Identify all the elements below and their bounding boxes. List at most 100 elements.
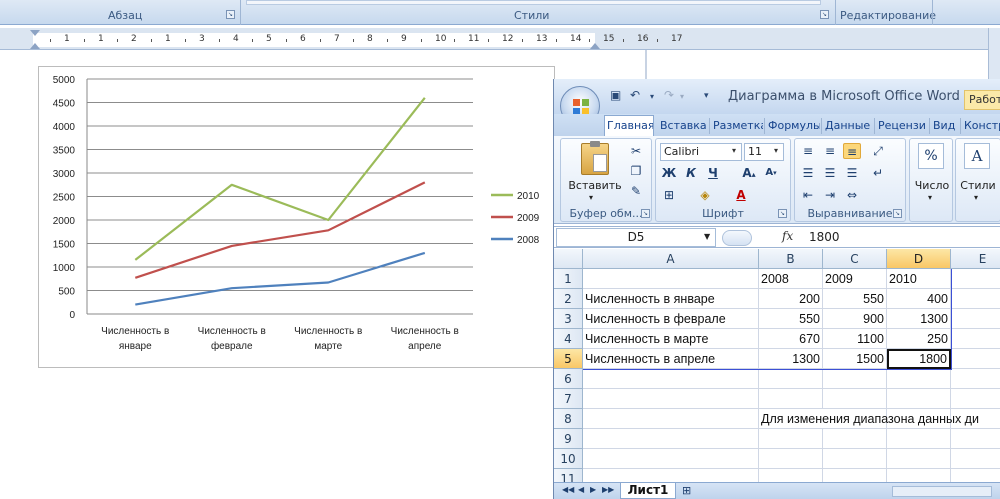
align-top-icon[interactable]: ≡ — [799, 143, 817, 159]
cell-e1[interactable] — [951, 269, 1000, 289]
tab-insert[interactable]: Вставка — [658, 116, 708, 136]
cell-b9[interactable] — [759, 429, 823, 449]
sheet-tab-list1[interactable]: Лист1 — [620, 483, 676, 499]
cell-c6[interactable] — [823, 369, 887, 389]
cell-d4[interactable]: 250 — [887, 329, 951, 349]
cell-d1[interactable]: 2010 — [887, 269, 951, 289]
cut-icon[interactable]: ✂ — [627, 143, 645, 159]
row-header-8[interactable]: 8 — [554, 409, 583, 429]
underline-button[interactable]: Ч — [704, 165, 722, 181]
cell-c4[interactable]: 1100 — [823, 329, 887, 349]
cell-e4[interactable] — [951, 329, 1000, 349]
copy-icon[interactable]: ❐ — [627, 163, 645, 179]
cell-b10[interactable] — [759, 449, 823, 469]
cell-a9[interactable] — [583, 429, 759, 449]
paste-button[interactable]: Вставить — [565, 179, 625, 192]
first-line-indent-marker[interactable] — [30, 30, 40, 36]
cell-a3[interactable]: Численность в феврале — [583, 309, 759, 329]
line-chart[interactable]: 0 500 1000 1500 2000 2500 3000 3500 4000 4500 5000… — [38, 66, 555, 368]
font-size-dropdown-icon[interactable]: ▾ — [774, 146, 778, 155]
tab-view[interactable]: Вид — [931, 116, 959, 136]
row-header-6[interactable]: 6 — [554, 369, 583, 389]
alignment-dialog-launcher[interactable]: ↘ — [893, 209, 902, 218]
formula-input[interactable]: 1800 — [809, 230, 840, 244]
clipboard-dialog-launcher[interactable]: ↘ — [641, 209, 650, 218]
cell-c10[interactable] — [823, 449, 887, 469]
cell-a6[interactable] — [583, 369, 759, 389]
chart-tools-context-tab[interactable]: Работа — [964, 90, 1000, 110]
cell-a1[interactable] — [583, 269, 759, 289]
wrap-text-icon[interactable]: ↵ — [869, 165, 887, 181]
paste-dropdown-icon[interactable]: ▾ — [589, 193, 593, 202]
align-bottom-icon[interactable]: ≡ — [843, 143, 861, 159]
styles-gallery[interactable] — [246, 0, 821, 5]
select-all-corner[interactable] — [554, 249, 583, 269]
number-dropdown-icon[interactable]: ▾ — [928, 193, 932, 202]
column-header-a[interactable]: A — [583, 249, 759, 269]
row-header-3[interactable]: 3 — [554, 309, 583, 329]
next-sheet-icon[interactable]: ▶ — [590, 485, 596, 494]
horizontal-scrollbar[interactable] — [892, 486, 992, 497]
styles-button[interactable]: Стили — [956, 179, 1000, 192]
customize-qat-icon[interactable]: ▾ — [704, 91, 709, 101]
number-button[interactable]: Число — [910, 179, 954, 192]
cell-b4[interactable]: 670 — [759, 329, 823, 349]
merge-center-icon[interactable]: ⇔ — [843, 187, 861, 203]
insert-function-icon[interactable]: fx — [782, 229, 793, 243]
cell-e7[interactable] — [951, 389, 1000, 409]
prev-sheet-icon[interactable]: ◀ — [578, 485, 584, 494]
cell-styles-icon[interactable]: A — [964, 143, 990, 169]
font-name-select[interactable]: Calibri — [660, 143, 742, 161]
align-right-icon[interactable]: ☰ — [843, 165, 861, 181]
cell-e2[interactable] — [951, 289, 1000, 309]
cell-c7[interactable] — [823, 389, 887, 409]
name-box-dropdown-icon[interactable]: ▼ — [704, 232, 710, 241]
cell-e9[interactable] — [951, 429, 1000, 449]
save-icon[interactable]: ▣ — [610, 88, 621, 102]
cell-b6[interactable] — [759, 369, 823, 389]
cell-a10[interactable] — [583, 449, 759, 469]
font-name-dropdown-icon[interactable]: ▾ — [732, 146, 736, 155]
cell-c5[interactable]: 1500 — [823, 349, 887, 369]
row-header-7[interactable]: 7 — [554, 389, 583, 409]
increase-indent-icon[interactable]: ⇥ — [821, 187, 839, 203]
bold-button[interactable]: Ж — [660, 165, 678, 181]
column-header-d[interactable]: D — [887, 249, 951, 269]
align-middle-icon[interactable]: ≡ — [821, 143, 839, 159]
shrink-font-icon[interactable]: A▾ — [762, 165, 780, 181]
cell-a2[interactable]: Численность в январе — [583, 289, 759, 309]
styles-dialog-launcher[interactable]: ↘ — [820, 10, 829, 19]
formula-bar-splitter[interactable] — [722, 230, 752, 246]
styles-dropdown-icon[interactable]: ▾ — [974, 193, 978, 202]
orientation-icon[interactable]: ⤢ — [869, 143, 887, 159]
cell-e3[interactable] — [951, 309, 1000, 329]
cell-a5[interactable]: Численность в апреле — [583, 349, 759, 369]
insert-sheet-icon[interactable]: ⊞ — [682, 484, 691, 497]
paragraph-dialog-launcher[interactable]: ↘ — [226, 10, 235, 19]
column-header-b[interactable]: B — [759, 249, 823, 269]
tab-design[interactable]: Констр — [962, 116, 1000, 136]
row-header-9[interactable]: 9 — [554, 429, 583, 449]
cell-c1[interactable]: 2009 — [823, 269, 887, 289]
cell-a7[interactable] — [583, 389, 759, 409]
cell-d5[interactable]: 1800 — [887, 349, 951, 369]
cell-a4[interactable]: Численность в марте — [583, 329, 759, 349]
fill-color-icon[interactable]: ◈ — [696, 187, 714, 203]
cell-b5[interactable]: 1300 — [759, 349, 823, 369]
cell-e6[interactable] — [951, 369, 1000, 389]
cell-d10[interactable] — [887, 449, 951, 469]
cell-b3[interactable]: 550 — [759, 309, 823, 329]
cell-d7[interactable] — [887, 389, 951, 409]
decrease-indent-icon[interactable]: ⇤ — [799, 187, 817, 203]
worksheet-grid[interactable]: A B C D E 1 2008 2009 2010 2 Численность в ян… — [554, 249, 1000, 489]
cell-d9[interactable] — [887, 429, 951, 449]
column-header-c[interactable]: C — [823, 249, 887, 269]
cell-b7[interactable] — [759, 389, 823, 409]
cell-d3[interactable]: 1300 — [887, 309, 951, 329]
font-dialog-launcher[interactable]: ↘ — [778, 209, 787, 218]
cell-c3[interactable]: 900 — [823, 309, 887, 329]
excel-window[interactable]: ▣ ↶ ▾ ↷ ▾ ▾ Диаграмма в Microsoft Office… — [553, 79, 1000, 499]
cell-b2[interactable]: 200 — [759, 289, 823, 309]
row-header-4[interactable]: 4 — [554, 329, 583, 349]
row-header-10[interactable]: 10 — [554, 449, 583, 469]
